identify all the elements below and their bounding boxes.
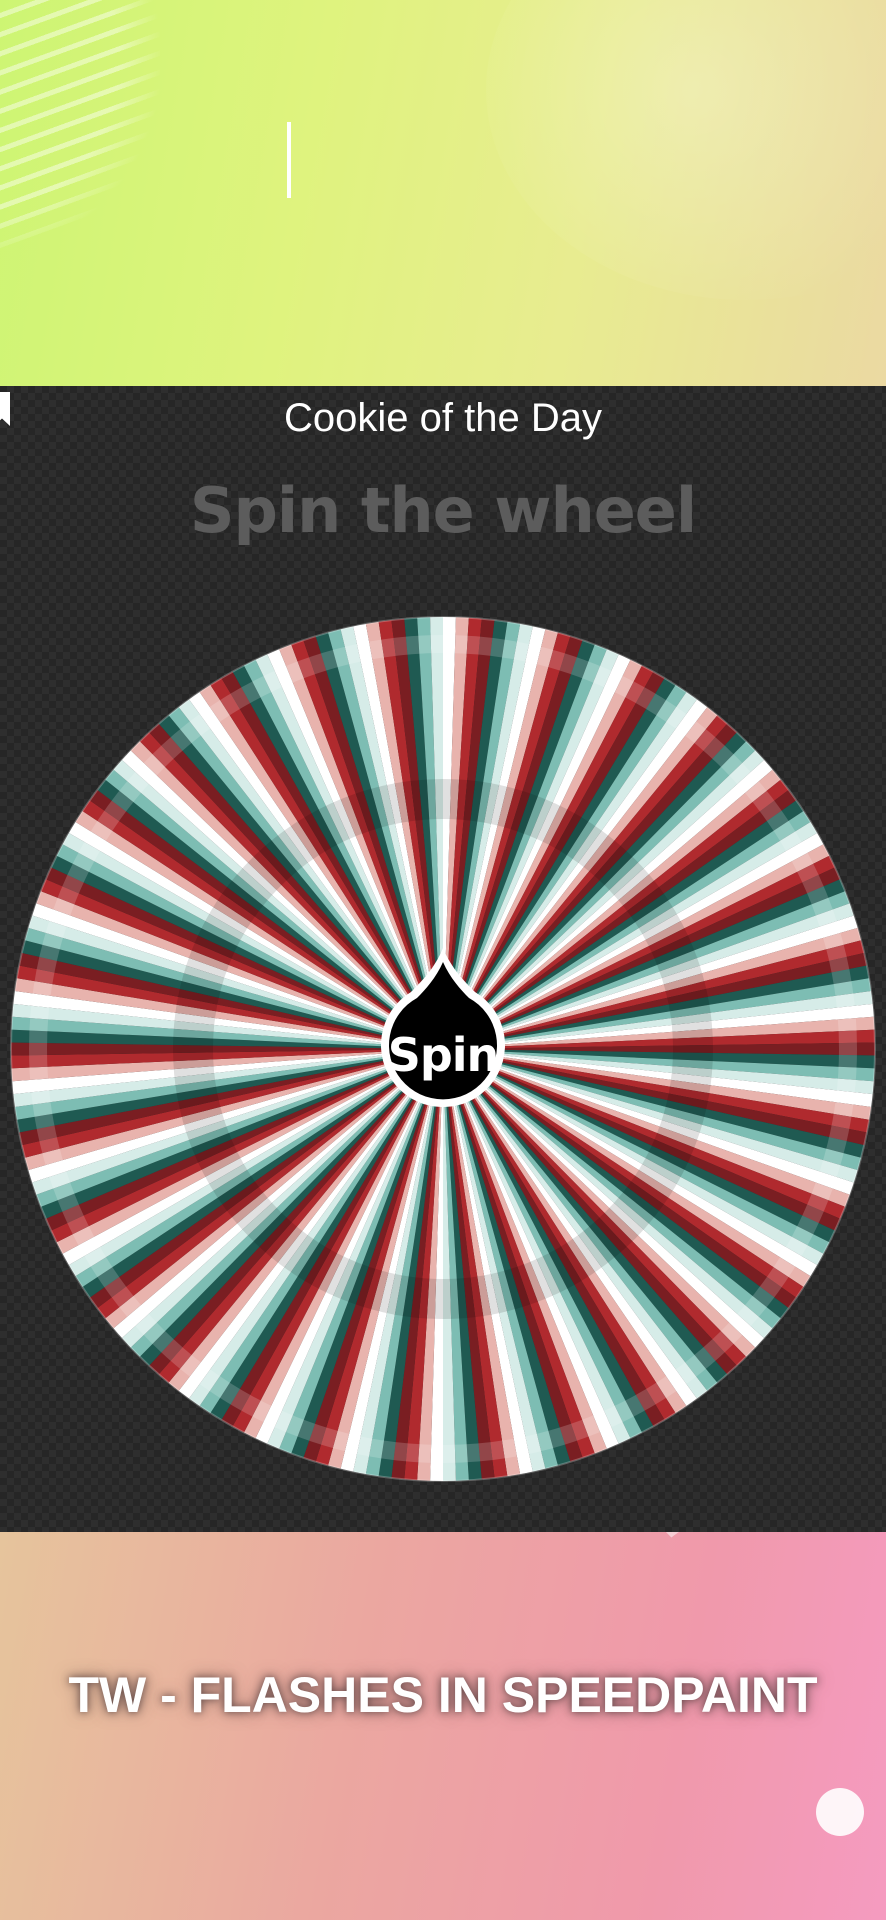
wheel-subtitle: Spin the wheel xyxy=(189,474,697,547)
wheel-title: Cookie of the Day xyxy=(284,396,602,440)
spin-pointer-icon xyxy=(381,948,505,1108)
decorative-dot xyxy=(816,1788,864,1836)
wheel-panel: Cookie of the Day Spin the wheel Spin xyxy=(0,386,886,1532)
warning-caption: TW - FLASHES IN SPEEDPAINT xyxy=(68,1667,818,1723)
spin-button[interactable]: Spin xyxy=(371,946,515,1126)
decorative-stripes xyxy=(0,0,160,270)
text-cursor xyxy=(287,122,291,198)
bottom-background: TW - FLASHES IN SPEEDPAINT xyxy=(0,1532,886,1920)
top-background xyxy=(0,0,886,386)
decorative-swirl xyxy=(486,0,886,300)
